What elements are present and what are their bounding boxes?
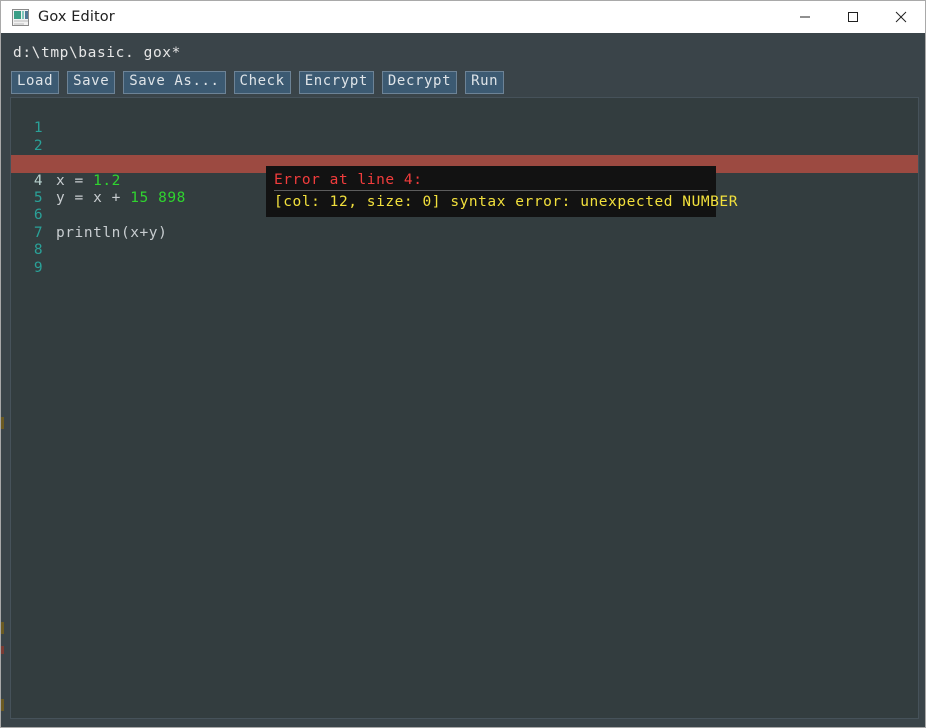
encrypt-button[interactable]: Encrypt bbox=[299, 71, 374, 94]
tool-area: d:\tmp\basic. gox* Load Save Save As... … bbox=[2, 33, 926, 97]
edge-mark bbox=[1, 417, 4, 429]
gox-editor-window: Gox Editor d:\tmp\basic. gox* bbox=[0, 0, 926, 728]
check-button[interactable]: Check bbox=[234, 71, 291, 94]
toolbar: Load Save Save As... Check Encrypt Decry… bbox=[11, 71, 504, 94]
close-icon bbox=[895, 11, 907, 23]
minimize-icon bbox=[799, 11, 811, 23]
minimize-button[interactable] bbox=[781, 1, 829, 33]
edge-mark bbox=[1, 622, 4, 634]
save-button[interactable]: Save bbox=[67, 71, 115, 94]
code-line-2[interactable]: 2 // do simple add operation bbox=[11, 120, 918, 137]
window-title: Gox Editor bbox=[38, 9, 115, 25]
save-as-button[interactable]: Save As... bbox=[123, 71, 225, 94]
close-button[interactable] bbox=[877, 1, 925, 33]
edge-mark bbox=[1, 699, 4, 711]
code-editor[interactable]: 1 2 // do simple add operation 3 x = 1.2… bbox=[10, 97, 919, 719]
left-edge-strip bbox=[1, 97, 5, 719]
app-window-icon bbox=[12, 9, 29, 26]
code-line-3[interactable]: 3 x = 1.2 bbox=[11, 138, 918, 155]
window-controls bbox=[781, 1, 925, 33]
edge-mark bbox=[1, 646, 4, 654]
error-tooltip: Error at line 4: [col: 12, size: 0] synt… bbox=[266, 166, 716, 217]
code-line-8[interactable]: 8 bbox=[11, 225, 918, 242]
load-button[interactable]: Load bbox=[11, 71, 59, 94]
title-bar: Gox Editor bbox=[1, 1, 925, 33]
line-number: 9 bbox=[11, 260, 43, 277]
code-line-9[interactable]: 9 bbox=[11, 242, 918, 259]
code-line-1[interactable]: 1 bbox=[11, 103, 918, 120]
error-tooltip-title: Error at line 4: bbox=[274, 171, 708, 191]
maximize-button[interactable] bbox=[829, 1, 877, 33]
error-tooltip-message: [col: 12, size: 0] syntax error: unexpec… bbox=[274, 191, 708, 211]
decrypt-button[interactable]: Decrypt bbox=[382, 71, 457, 94]
file-path-label: d:\tmp\basic. gox* bbox=[13, 45, 181, 61]
run-button[interactable]: Run bbox=[465, 71, 504, 94]
maximize-icon bbox=[847, 11, 859, 23]
